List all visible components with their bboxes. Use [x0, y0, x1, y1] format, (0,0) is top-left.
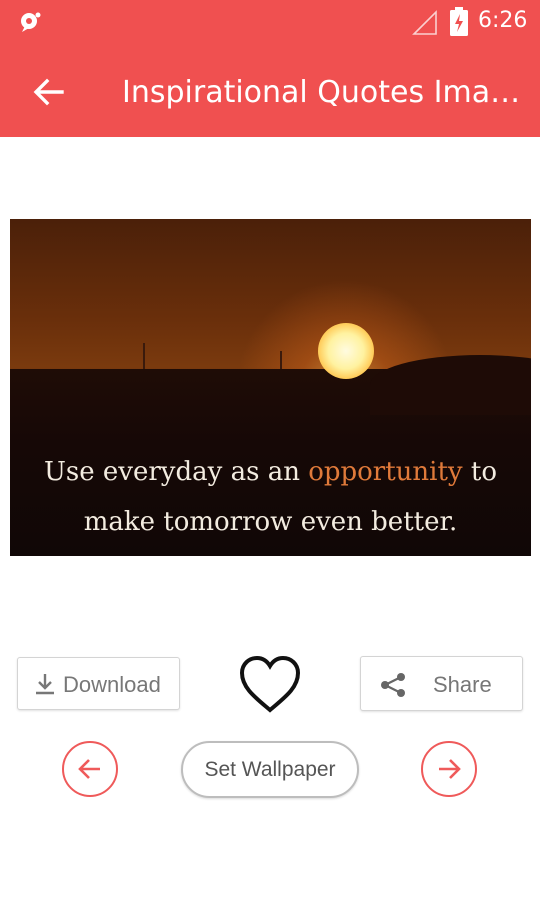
back-arrow-icon[interactable]: [28, 72, 68, 112]
quote-image: Use everyday as an opportunity to make t…: [10, 219, 531, 556]
power-tower: [280, 351, 282, 369]
download-icon: [36, 674, 54, 695]
download-button[interactable]: Download: [17, 657, 180, 710]
arrow-left-icon: [78, 759, 100, 779]
quote-text-part: Use everyday as an: [44, 457, 309, 487]
share-icon: [381, 673, 405, 697]
quote-text: Use everyday as an opportunity to make t…: [10, 447, 531, 547]
heart-outline-icon[interactable]: [238, 654, 302, 714]
power-tower: [143, 343, 145, 369]
status-time: 6:26: [478, 8, 528, 33]
set-wallpaper-button[interactable]: Set Wallpaper: [181, 741, 359, 798]
app-header: 6:26 Inspirational Quotes Ima…: [0, 0, 540, 137]
quote-text-part: to: [462, 457, 497, 487]
sun: [318, 323, 374, 379]
signal-icon: [412, 10, 437, 35]
quote-line-2: make tomorrow even better.: [83, 507, 458, 537]
share-label: Share: [433, 672, 492, 697]
status-bar: 6:26: [0, 0, 540, 44]
previous-button[interactable]: [62, 741, 118, 797]
quote-line-1: Use everyday as an opportunity to: [10, 447, 531, 497]
download-label: Download: [63, 672, 161, 697]
arrow-right-icon: [439, 759, 461, 779]
quote-highlight: opportunity: [308, 457, 463, 487]
share-button[interactable]: Share: [360, 656, 523, 711]
battery-charging-icon: [450, 7, 468, 36]
next-button[interactable]: [421, 741, 477, 797]
page-title: Inspirational Quotes Ima…: [122, 75, 521, 110]
notification-app-icon: [21, 12, 41, 32]
